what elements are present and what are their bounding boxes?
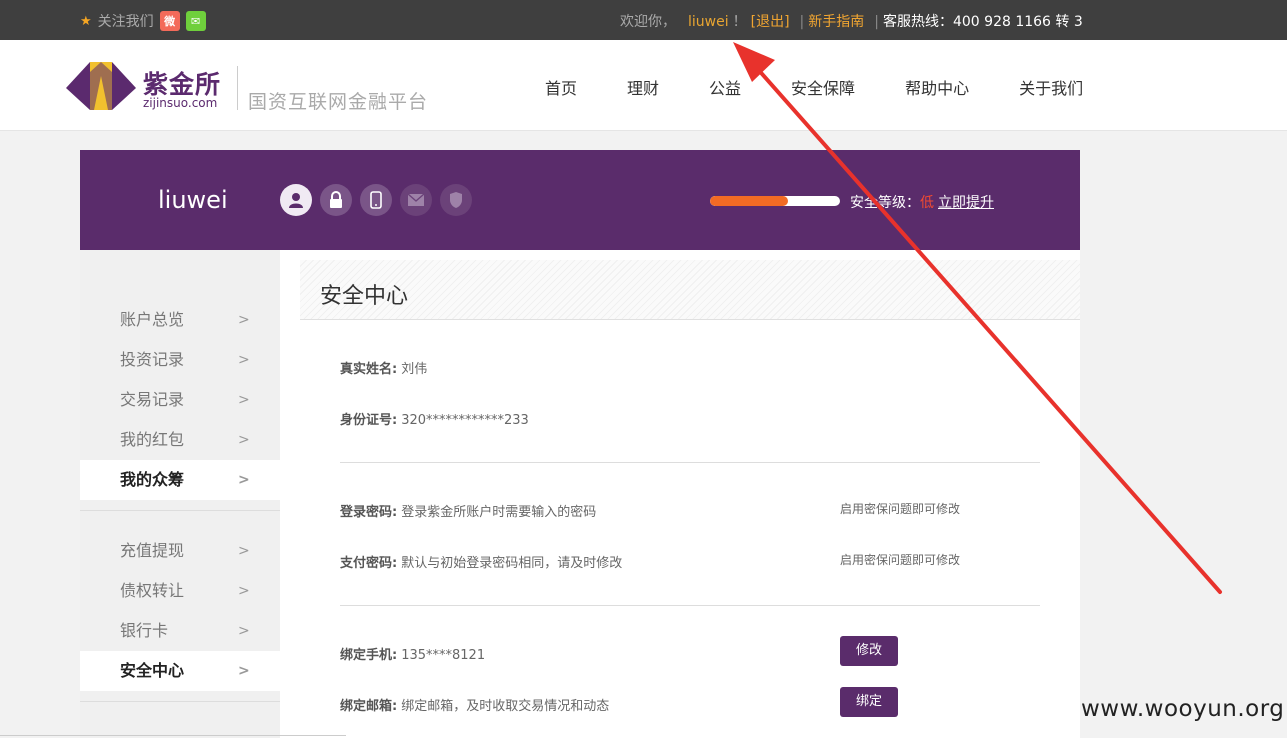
weibo-icon[interactable]: 微 bbox=[159, 11, 180, 31]
security-level-value: 低 bbox=[920, 195, 934, 211]
logout-link[interactable]: [退出] bbox=[751, 14, 790, 30]
sidebar-item-crowdfunding[interactable]: 我的众筹 > bbox=[80, 460, 280, 500]
shield-icon[interactable] bbox=[440, 184, 472, 216]
bound-email-desc: 绑定邮箱，及时收取交易情况和动态 bbox=[401, 699, 610, 714]
login-password-row: 登录密码: 登录紫金所账户时需要输入的密码 bbox=[340, 501, 596, 520]
login-password-desc: 登录紫金所账户时需要输入的密码 bbox=[401, 505, 597, 520]
panel-header: 安全中心 bbox=[300, 260, 1080, 320]
login-password-hint: 启用密保问题即可修改 bbox=[840, 502, 961, 516]
hotline: 客服热线：400 928 1166 转 3 bbox=[882, 14, 1083, 30]
nav-about[interactable]: 关于我们 bbox=[1019, 75, 1083, 99]
chevron-right-icon: > bbox=[238, 312, 250, 328]
logo-en: zijinsuo.com bbox=[143, 96, 218, 110]
sidebar-item-transactions[interactable]: 交易记录 > bbox=[80, 380, 280, 420]
user-icon[interactable] bbox=[280, 184, 312, 216]
nav-help[interactable]: 帮助中心 bbox=[905, 75, 969, 99]
chevron-right-icon: > bbox=[238, 583, 250, 599]
upgrade-link[interactable]: 立即提升 bbox=[938, 195, 994, 211]
pay-password-desc: 默认与初始登录密码相同，请及时修改 bbox=[401, 556, 623, 571]
slogan: 国资互联网金融平台 bbox=[248, 91, 429, 113]
id-number-label: 身份证号: bbox=[340, 413, 398, 428]
security-center-panel: 安全中心 真实姓名: 刘伟 身份证号: 320************233 登录密… bbox=[280, 250, 1080, 738]
lock-icon[interactable] bbox=[320, 184, 352, 216]
sidebar-item-red-packets[interactable]: 我的红包 > bbox=[80, 420, 280, 460]
real-name-row: 真实姓名: 刘伟 bbox=[340, 358, 427, 377]
watermark: www.wooyun.org bbox=[1081, 696, 1285, 722]
chevron-right-icon: > bbox=[238, 663, 250, 679]
bind-email-button[interactable]: 绑定 bbox=[840, 687, 898, 717]
security-level: 安全等级：低 立即提升 bbox=[850, 192, 994, 212]
id-number-row: 身份证号: 320************233 bbox=[340, 409, 529, 428]
sidebar-item-overview[interactable]: 账户总览 > bbox=[80, 300, 280, 340]
follow-label: 关注我们 bbox=[97, 14, 154, 30]
security-progress-bar bbox=[710, 196, 840, 206]
exclaim-text: ！ bbox=[732, 14, 747, 30]
pay-password-row: 支付密码: 默认与初始登录密码相同，请及时修改 bbox=[340, 552, 622, 571]
guide-link[interactable]: 新手指南 bbox=[808, 14, 864, 30]
user-links: 欢迎你， liuwei！ [退出] | 新手指南 | 客服热线：400 928 1166 转… bbox=[620, 14, 1083, 30]
id-number-value: 320************233 bbox=[401, 413, 529, 428]
chevron-right-icon: > bbox=[238, 543, 250, 559]
main-nav: 首页 理财 公益 安全保障 帮助中心 关于我们 bbox=[545, 75, 1133, 99]
modify-phone-button[interactable]: 修改 bbox=[840, 636, 898, 666]
logo-mark-icon bbox=[66, 62, 136, 110]
login-password-label: 登录密码: bbox=[340, 505, 398, 520]
chevron-right-icon: > bbox=[238, 392, 250, 408]
welcome-text: 欢迎你， bbox=[620, 14, 676, 30]
account-sidebar: 账户总览 > 投资记录 > 交易记录 > 我的红包 > 我的众筹 > 充值提现 > 债权转让… bbox=[80, 250, 280, 738]
security-progress-fill bbox=[710, 196, 788, 206]
sidebar-item-security-center[interactable]: 安全中心 > bbox=[80, 651, 280, 691]
chevron-right-icon: > bbox=[238, 472, 250, 488]
user-banner: liuwei 安全等级：低 立即提升 bbox=[80, 150, 1080, 250]
bound-email-label: 绑定邮箱: bbox=[340, 699, 398, 714]
bound-phone-label: 绑定手机: bbox=[340, 648, 398, 663]
bound-phone-row: 绑定手机: 135****8121 bbox=[340, 644, 485, 663]
real-name-value: 刘伟 bbox=[401, 362, 428, 377]
page-title: 安全中心 bbox=[320, 284, 409, 309]
security-label: 安全等级： bbox=[850, 195, 920, 211]
pay-password-label: 支付密码: bbox=[340, 556, 398, 571]
mail-icon[interactable] bbox=[400, 184, 432, 216]
wechat-icon[interactable]: ✉ bbox=[185, 11, 206, 31]
verification-icons bbox=[280, 184, 472, 216]
star-icon: ★ bbox=[80, 13, 92, 29]
follow-us: ★ 关注我们 微 ✉ bbox=[80, 11, 206, 31]
sidebar-item-bank-card[interactable]: 银行卡 > bbox=[80, 611, 280, 651]
real-name-label: 真实姓名: bbox=[340, 362, 398, 377]
sidebar-item-investments[interactable]: 投资记录 > bbox=[80, 340, 280, 380]
chevron-right-icon: > bbox=[238, 623, 250, 639]
nav-security[interactable]: 安全保障 bbox=[791, 75, 855, 99]
nav-home[interactable]: 首页 bbox=[545, 75, 577, 99]
top-bar: ★ 关注我们 微 ✉ 欢迎你， liuwei！ [退出] | 新手指南 | 客服热线：400… bbox=[0, 0, 1287, 40]
bound-phone-value: 135****8121 bbox=[401, 648, 486, 663]
nav-finance[interactable]: 理财 bbox=[627, 75, 659, 99]
username-link[interactable]: liuwei bbox=[688, 14, 729, 30]
sidebar-item-deposit-withdraw[interactable]: 充值提现 > bbox=[80, 531, 280, 571]
nav-charity[interactable]: 公益 bbox=[709, 75, 741, 99]
sidebar-item-debt-transfer[interactable]: 债权转让 > bbox=[80, 571, 280, 611]
chevron-right-icon: > bbox=[238, 352, 250, 368]
pay-password-hint: 启用密保问题即可修改 bbox=[840, 553, 961, 567]
chevron-right-icon: > bbox=[238, 432, 250, 448]
phone-icon[interactable] bbox=[360, 184, 392, 216]
site-header: 紫金所 zijinsuo.com 国资互联网金融平台 首页 理财 公益 安全保障… bbox=[0, 40, 1287, 131]
bound-email-row: 绑定邮箱: 绑定邮箱，及时收取交易情况和动态 bbox=[340, 695, 609, 714]
banner-username: liuwei bbox=[158, 186, 228, 214]
